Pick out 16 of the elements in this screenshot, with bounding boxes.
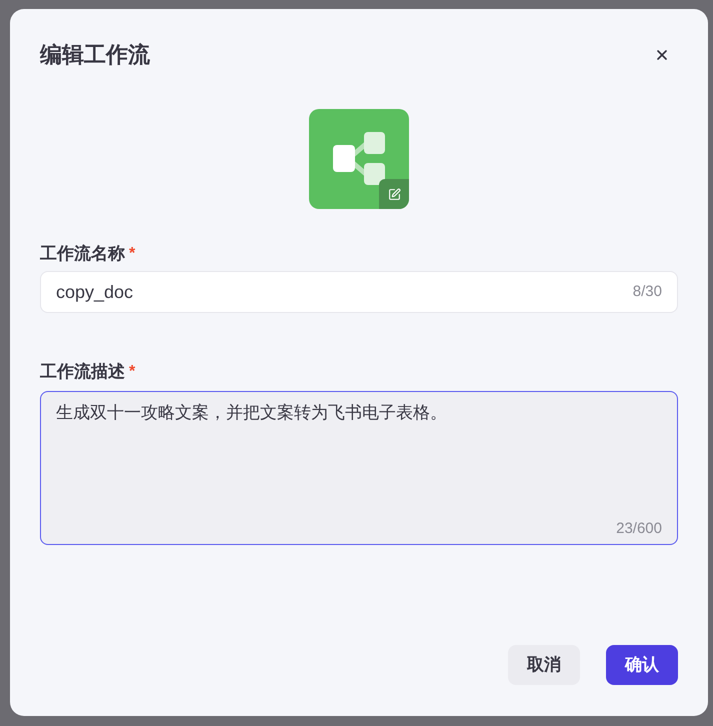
character-counter: 23/600: [616, 519, 662, 539]
edit-button[interactable]: [379, 179, 409, 209]
required-mark: *: [129, 362, 136, 382]
name-input-field[interactable]: copy_doc 8/30: [40, 271, 678, 313]
edit-icon: [388, 188, 400, 200]
description-text-area[interactable]: 生成双十一攻略文案，并把文案转为飞书电子表格。 23/600: [40, 391, 678, 545]
workflow-icon[interactable]: [309, 109, 409, 209]
close-button[interactable]: [654, 47, 670, 63]
field-label: 工作流描述: [40, 361, 125, 383]
close-icon: [654, 47, 670, 63]
required-mark: *: [129, 244, 136, 264]
character-counter: 8/30: [632, 282, 662, 302]
cancel-button[interactable]: 取消: [508, 645, 580, 685]
field-label: 工作流名称: [40, 243, 125, 265]
dialog-title: 编辑工作流: [40, 41, 150, 69]
confirm-button[interactable]: 确认: [606, 645, 678, 685]
